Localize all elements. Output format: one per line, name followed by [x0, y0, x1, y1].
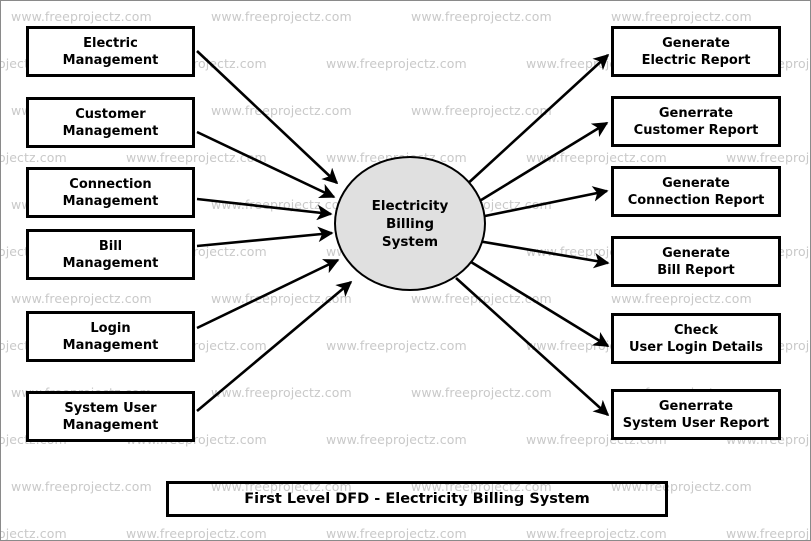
entity-label: Customer Management — [62, 106, 159, 139]
entity-label: Generrate System User Report — [622, 398, 770, 431]
entity-label: Check User Login Details — [628, 322, 764, 355]
entity-generate-electric-report[interactable]: Generate Electric Report — [611, 26, 781, 77]
diagram-caption: First Level DFD - Electricity Billing Sy… — [244, 491, 590, 507]
entity-generate-system-user-report[interactable]: Generrate System User Report — [611, 389, 781, 440]
entity-label: Login Management — [62, 320, 159, 353]
entity-label: System User Management — [62, 400, 159, 433]
entity-generate-customer-report[interactable]: Generrate Customer Report — [611, 96, 781, 147]
entity-label: Generate Electric Report — [641, 35, 751, 68]
dfd-diagram-canvas: www.freeprojectz.com www.freeprojectz.com… — [0, 0, 811, 541]
entity-connection-management[interactable]: Connection Management — [26, 167, 195, 218]
node-layer: Electricity Billing System Electric Mana… — [1, 1, 810, 540]
entity-label: Connection Management — [62, 176, 159, 209]
entity-check-user-login-details[interactable]: Check User Login Details — [611, 313, 781, 364]
entity-generate-bill-report[interactable]: Generate Bill Report — [611, 236, 781, 287]
process-label: Electricity Billing System — [371, 197, 449, 250]
entity-login-management[interactable]: Login Management — [26, 311, 195, 362]
entity-label: Generate Bill Report — [657, 245, 735, 278]
diagram-caption-box: First Level DFD - Electricity Billing Sy… — [166, 481, 668, 517]
entity-bill-management[interactable]: Bill Management — [26, 229, 195, 280]
entity-electric-management[interactable]: Electric Management — [26, 26, 195, 77]
entity-system-user-management[interactable]: System User Management — [26, 391, 195, 442]
entity-label: Electric Management — [62, 35, 159, 68]
process-electricity-billing-system[interactable]: Electricity Billing System — [334, 156, 486, 291]
entity-label: Generate Connection Report — [627, 175, 765, 208]
entity-generate-connection-report[interactable]: Generate Connection Report — [611, 166, 781, 217]
entity-customer-management[interactable]: Customer Management — [26, 97, 195, 148]
entity-label: Bill Management — [62, 238, 159, 271]
entity-label: Generrate Customer Report — [633, 105, 759, 138]
